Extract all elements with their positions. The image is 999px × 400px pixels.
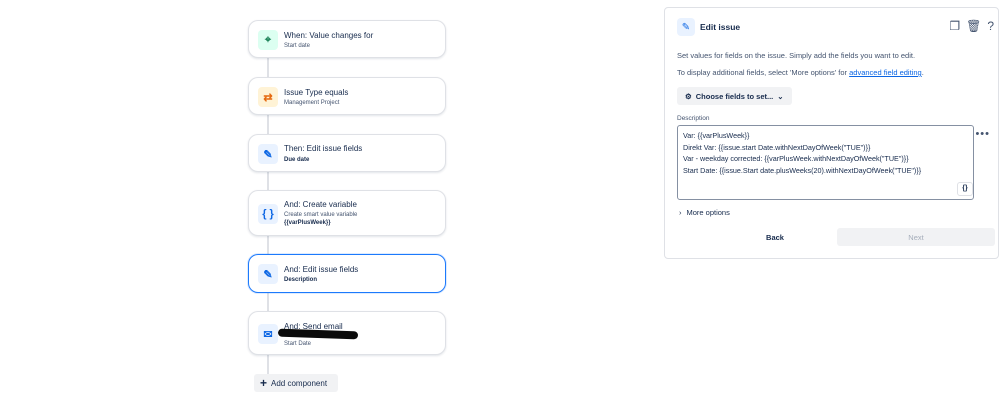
branch-icon: ⇄	[258, 87, 278, 107]
trigger-card[interactable]: ⌖ When: Value changes for Start date	[248, 20, 446, 58]
more-actions-icon[interactable]: •••	[975, 128, 990, 140]
panel-more-info: To display additional fields, select 'Mo…	[677, 68, 924, 77]
choose-fields-button[interactable]: ⚙ Choose fields to set... ⌄	[677, 87, 792, 105]
clock-icon: ⌖	[258, 30, 278, 50]
card-title: Then: Edit issue fields	[284, 144, 363, 153]
card-title: And: Create variable	[284, 200, 357, 209]
action-card-edit-due-date[interactable]: ✎ Then: Edit issue fields Due date	[248, 134, 446, 172]
chevron-down-icon: ⌄	[777, 91, 784, 101]
pencil-icon: ✎	[677, 18, 695, 36]
help-icon[interactable]: ?	[987, 19, 994, 33]
description-line: Var - weekday corrected: {{varPlusWeek.w…	[683, 154, 909, 163]
description-line: Start Date: {{issue.Start date.plusWeeks…	[683, 165, 922, 175]
smart-value-button[interactable]: {}	[957, 182, 973, 196]
panel-title: Edit issue	[700, 22, 741, 32]
copy-icon[interactable]: ❐	[949, 19, 960, 33]
add-component-label: Add component	[271, 378, 328, 388]
more-options-label: More options	[686, 208, 730, 217]
description-label: Description	[677, 115, 710, 122]
description-line: Var: {{varPlusWeek}}	[683, 131, 750, 140]
mail-icon: ✉	[258, 324, 278, 344]
description-line: Direkt Var: {{issue.start Date.withNextD…	[683, 142, 871, 152]
pencil-icon: ✎	[258, 264, 278, 284]
choose-fields-label: Choose fields to set...	[695, 91, 774, 101]
gear-icon: ⚙	[685, 91, 692, 101]
pencil-icon: ✎	[258, 144, 278, 164]
variable-name: {{varPlusWeek}}	[284, 220, 331, 226]
card-title: And: Edit issue fields	[284, 265, 359, 274]
plus-icon: +	[260, 376, 268, 390]
card-subtitle: Due date	[284, 157, 310, 163]
card-subtitle: Create smart value variable	[284, 212, 358, 218]
trash-icon[interactable]: 🗑	[966, 19, 981, 33]
card-title: Issue Type equals	[284, 88, 349, 97]
card-title: When: Value changes for	[284, 31, 374, 40]
add-component-button[interactable]: + Add component	[254, 374, 338, 392]
more-options-toggle[interactable]: › More options	[679, 208, 730, 217]
next-button[interactable]: Next	[837, 228, 995, 246]
panel-actions: ❐ 🗑 ?	[949, 19, 994, 33]
card-subtitle: Start date	[284, 43, 311, 49]
action-card-create-variable[interactable]: { } And: Create variable Create smart va…	[248, 190, 446, 236]
panel-intro: Set values for fields on the issue. Simp…	[677, 51, 916, 60]
description-field[interactable]: Var: {{varPlusWeek}} Direkt Var: {{issue…	[677, 125, 974, 200]
action-card-edit-description[interactable]: ✎ And: Edit issue fields Description	[248, 254, 446, 293]
back-button[interactable]: Back	[735, 228, 815, 246]
condition-card[interactable]: ⇄ Issue Type equals Management Project	[248, 77, 446, 115]
card-subtitle: Description	[284, 277, 318, 283]
card-subtitle: Management Project	[284, 100, 340, 106]
chevron-right-icon: ›	[679, 208, 682, 217]
edit-issue-panel: ✎ Edit issue ❐ 🗑 ? Set values for fields…	[664, 7, 999, 259]
advanced-field-editing-link[interactable]: advanced field editing	[849, 68, 922, 77]
braces-icon: { }	[258, 204, 278, 224]
card-subtitle: Start Date	[284, 341, 312, 347]
